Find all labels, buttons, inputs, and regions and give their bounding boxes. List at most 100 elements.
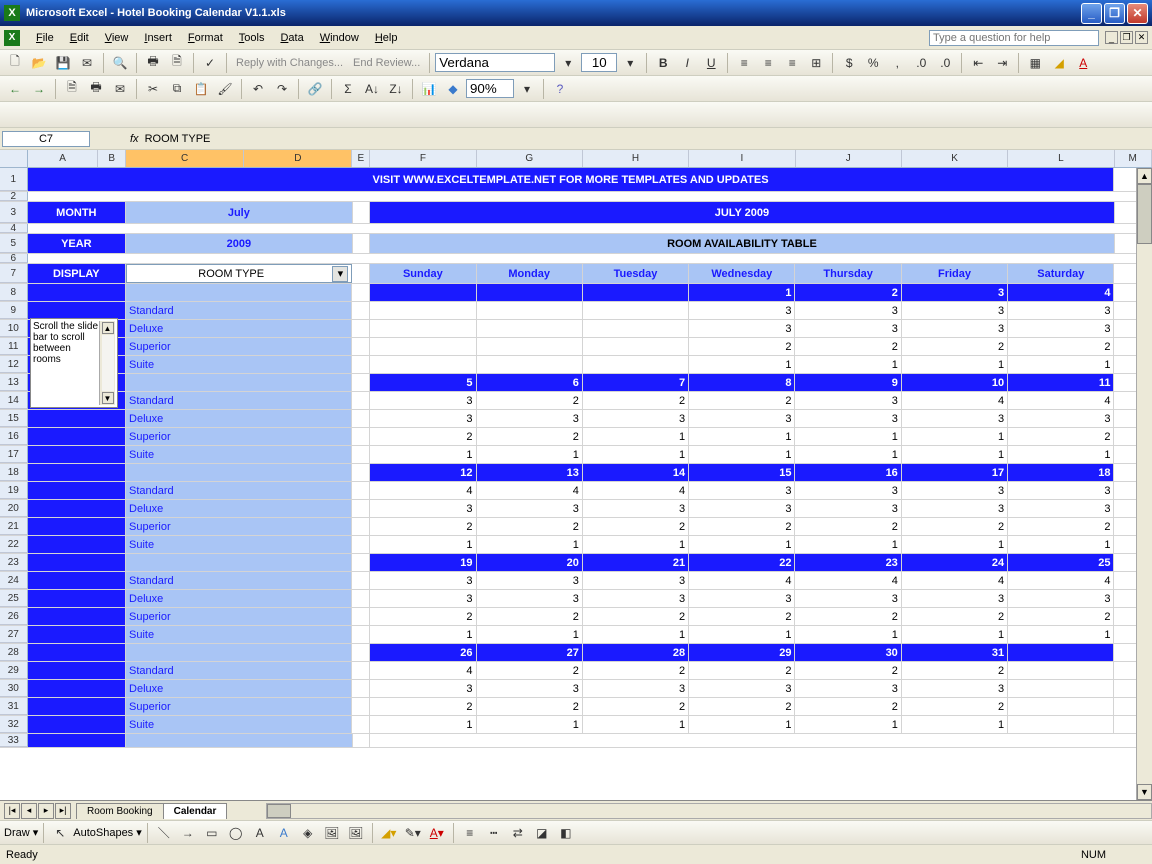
availability-cell[interactable] [583,338,689,355]
availability-cell[interactable]: 3 [795,590,901,607]
availability-cell[interactable]: 3 [795,320,901,337]
cell[interactable] [352,464,370,481]
scroll-down-icon[interactable]: ▼ [1137,784,1152,800]
availability-cell[interactable]: 2 [902,608,1008,625]
font-color-icon[interactable]: A [1072,52,1094,74]
availability-cell[interactable]: 3 [795,500,901,517]
availability-cell[interactable]: 2 [583,662,689,679]
cell[interactable] [352,356,370,373]
menu-insert[interactable]: Insert [136,30,180,46]
column-header-J[interactable]: J [796,150,902,167]
availability-cell[interactable]: 1 [370,626,476,643]
availability-cell[interactable]: 2 [689,662,795,679]
availability-cell[interactable] [583,320,689,337]
help-search-input[interactable] [929,30,1099,46]
line-style-icon[interactable]: ≡ [459,822,481,844]
arrow-style-icon[interactable]: ⇄ [507,822,529,844]
column-header-A[interactable]: A [28,150,99,167]
availability-cell[interactable]: 2 [583,392,689,409]
tab-last-icon[interactable]: ▸| [55,803,71,819]
autosum-icon[interactable]: Σ [337,78,359,100]
availability-cell[interactable]: 1 [583,446,689,463]
availability-cell[interactable] [370,302,476,319]
availability-cell[interactable]: 3 [795,482,901,499]
availability-cell[interactable]: 2 [583,518,689,535]
shadow-icon[interactable]: ◪ [531,822,553,844]
availability-cell[interactable]: 2 [902,518,1008,535]
row-header[interactable]: 3 [0,202,28,223]
availability-cell[interactable]: 3 [370,410,476,427]
availability-cell[interactable]: 3 [902,590,1008,607]
zoom-selector[interactable] [466,79,514,98]
availability-cell[interactable] [1008,662,1114,679]
availability-cell[interactable]: 1 [795,716,901,733]
format-painter-icon[interactable]: 🖌 [214,78,236,100]
availability-cell[interactable]: 1 [583,428,689,445]
availability-cell[interactable]: 2 [1008,338,1114,355]
availability-cell[interactable]: 1 [689,356,795,373]
row-header[interactable]: 20 [0,500,28,517]
availability-cell[interactable]: 2 [795,698,901,715]
row-header[interactable]: 24 [0,572,28,589]
availability-cell[interactable]: 2 [370,608,476,625]
availability-cell[interactable]: 1 [689,536,795,553]
availability-cell[interactable]: 4 [689,572,795,589]
availability-cell[interactable]: 3 [1008,482,1114,499]
availability-cell[interactable]: 3 [1008,410,1114,427]
arrow-icon[interactable]: → [177,822,199,844]
maximize-button[interactable]: ❐ [1104,3,1125,24]
picture-icon[interactable]: 🖼 [345,822,367,844]
availability-cell[interactable]: 1 [902,716,1008,733]
availability-cell[interactable]: 3 [689,482,795,499]
oval-icon[interactable]: ◯ [225,822,247,844]
row-header[interactable]: 31 [0,698,28,715]
availability-cell[interactable]: 2 [902,662,1008,679]
row-header[interactable]: 6 [0,254,28,263]
availability-cell[interactable]: 3 [902,680,1008,697]
diagram-icon[interactable]: ◈ [297,822,319,844]
row-header[interactable]: 2 [0,192,28,201]
font-color-icon[interactable]: A▾ [426,822,448,844]
availability-cell[interactable]: 3 [583,572,689,589]
fx-label[interactable]: fx [130,133,139,145]
availability-cell[interactable]: 3 [902,500,1008,517]
font-selector[interactable] [435,53,555,72]
column-header-B[interactable]: B [98,150,126,167]
availability-cell[interactable]: 1 [795,356,901,373]
italic-icon[interactable]: I [676,52,698,74]
cell[interactable] [352,500,370,517]
availability-cell[interactable]: 1 [795,446,901,463]
drawing-icon[interactable]: ◆ [442,78,464,100]
chart-icon[interactable]: 📊 [418,78,440,100]
availability-cell[interactable] [477,302,583,319]
availability-cell[interactable]: 2 [795,338,901,355]
availability-cell[interactable] [370,338,476,355]
new-icon[interactable]: 🗋 [4,52,26,74]
availability-cell[interactable]: 3 [902,482,1008,499]
column-header-F[interactable]: F [370,150,476,167]
availability-cell[interactable]: 1 [902,428,1008,445]
decrease-indent-icon[interactable]: ⇤ [967,52,989,74]
availability-cell[interactable]: 1 [583,716,689,733]
vertical-scrollbar[interactable]: ▲ ▼ [1136,168,1152,800]
sheet-tab-room-booking[interactable]: Room Booking [76,803,164,819]
print-preview-icon[interactable]: 🗎 [166,52,188,74]
mdi-minimize-button[interactable]: _ [1105,31,1118,44]
availability-cell[interactable]: 2 [583,608,689,625]
tab-next-icon[interactable]: ▸ [38,803,54,819]
display-dropdown[interactable]: ROOM TYPE▾ [126,264,352,283]
cell[interactable] [28,734,127,747]
cell[interactable] [352,338,370,355]
availability-cell[interactable]: 3 [795,302,901,319]
bold-icon[interactable]: B [652,52,674,74]
chevron-down-icon[interactable]: ▾ [332,266,348,282]
availability-cell[interactable]: 2 [477,392,583,409]
availability-cell[interactable]: 1 [689,428,795,445]
cell[interactable] [28,224,1152,233]
row-header[interactable]: 14 [0,392,28,409]
availability-cell[interactable]: 3 [689,320,795,337]
year-value[interactable]: 2009 [126,234,352,253]
availability-cell[interactable]: 2 [689,698,795,715]
availability-cell[interactable]: 4 [370,482,476,499]
clipart-icon[interactable]: 🖼 [321,822,343,844]
